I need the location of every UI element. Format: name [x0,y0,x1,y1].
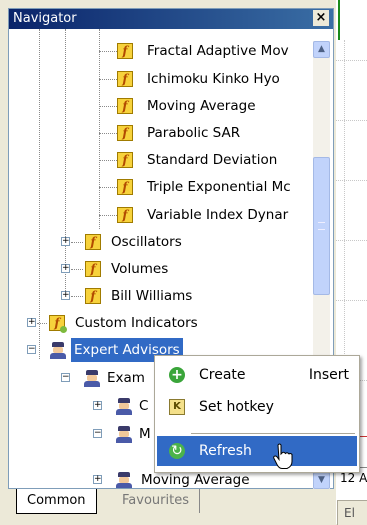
refresh-icon: ↻ [169,443,185,459]
hand-cursor-icon [273,443,293,469]
indicator-icon: f [117,71,133,87]
tree-item-indicator[interactable]: f Moving Average [9,94,309,118]
scrollbar-thumb[interactable] [313,157,330,295]
indicator-icon: f [117,207,133,223]
tab-favourites[interactable]: Favourites [112,489,200,513]
tree-item-bill-williams[interactable]: + f Bill Williams [9,284,309,308]
menu-item-label: Refresh [199,443,252,459]
tree-item-label: C [139,398,149,414]
indicator-icon: f [85,288,101,304]
chart-grid-line [336,120,367,121]
tree-guide-line [71,242,83,243]
indicator-icon: f [117,125,133,141]
tree-item-indicator[interactable]: f Variable Index Dynar [9,203,309,227]
tree-item-label: Exam [107,370,145,386]
tree-item-label: Triple Exponential Mc [147,179,291,195]
tree-item-label: M [139,426,151,442]
tree-guide-line [71,296,83,297]
menu-item-label: Create [199,367,246,383]
indicator-icon: f [117,152,133,168]
tab-common[interactable]: Common [16,489,97,514]
menu-item-shortcut: Insert [308,367,349,383]
indicator-icon: f [85,234,101,250]
navigator-title: Navigator [13,11,77,26]
expand-plus-icon[interactable]: + [61,264,70,273]
tree-guide-line [99,106,117,107]
expert-advisor-icon [115,426,133,443]
indicator-icon: f [85,261,101,277]
tree-guide-line [99,215,117,216]
tree-guide-line [37,323,47,324]
tree-item-label: Volumes [111,261,169,277]
tree-item-indicator[interactable]: f Standard Deviation [9,148,309,172]
tree-item-label: Bill Williams [111,288,193,304]
tree-item-label: Ichimoku Kinko Hyo [147,71,280,87]
expert-advisor-icon [49,342,67,359]
chart-grid-line [336,240,367,241]
menu-item-label: Set hotkey [199,399,274,415]
expand-plus-icon[interactable]: + [27,318,36,327]
tree-item-oscillators[interactable]: + f Oscillators [9,230,309,254]
tree-item-label: Parabolic SAR [147,125,241,141]
collapse-minus-icon[interactable]: − [61,373,70,382]
indicator-icon: f [117,43,133,59]
tree-item-indicator[interactable]: f Parabolic SAR [9,121,309,145]
tree-item-label: Fractal Adaptive Mov [147,43,289,59]
chart-grid-line [336,60,367,61]
tree-item-label: Oscillators [111,234,182,250]
menu-separator [191,433,355,434]
tree-guide-line [99,187,117,188]
expand-plus-icon[interactable]: + [93,475,102,484]
tree-item-indicator[interactable]: f Ichimoku Kinko Hyo [9,67,309,91]
tree-guide-line [99,79,117,80]
menu-item-create[interactable]: + Create Insert [157,360,357,390]
close-icon[interactable]: × [313,10,329,26]
chart-grid-line [336,300,367,301]
tree-item-label: Moving Average [147,98,256,114]
tree-guide-line [99,133,117,134]
tree-item-indicator[interactable]: f Fractal Adaptive Mov [9,39,309,63]
scroll-up-icon[interactable]: ▲ [313,41,330,58]
navigator-titlebar[interactable]: Navigator × [9,9,333,29]
expert-advisor-icon [115,472,133,488]
expand-plus-icon[interactable]: + [61,237,70,246]
tree-item-examples[interactable]: − Exam [9,366,169,390]
chart-grid-line [336,180,367,181]
menu-item-refresh[interactable]: ↻ Refresh [157,436,357,466]
tree-item-volumes[interactable]: + f Volumes [9,257,309,281]
expert-advisor-icon [115,398,133,415]
indicator-icon: f [117,98,133,114]
navigator-tabs: Common Favourites [8,489,334,519]
collapse-minus-icon[interactable]: − [93,429,102,438]
scroll-down-icon[interactable]: ▼ [313,472,330,489]
tree-guide-line [99,160,117,161]
tree-item-example-m[interactable]: − M [9,422,169,446]
tree-item-example-c[interactable]: + C [9,394,169,418]
collapse-minus-icon[interactable]: − [27,345,36,354]
chart-tab-label[interactable]: El [337,500,367,525]
tree-item-indicator[interactable]: f Triple Exponential Mc [9,175,309,199]
plus-circle-icon: + [169,367,185,383]
chart-candle-line [338,0,340,40]
tree-item-label: Standard Deviation [147,152,278,168]
tree-item-label: Custom Indicators [75,315,198,331]
tree-guide-line [99,51,117,52]
tree-item-label: Variable Index Dynar [147,207,289,223]
expand-plus-icon[interactable]: + [61,291,70,300]
hotkey-icon: K [169,399,185,415]
custom-indicator-icon: f [49,315,67,333]
context-menu: + Create Insert K Set hotkey ↻ Refresh [154,355,360,473]
indicator-icon: f [117,179,133,195]
expand-plus-icon[interactable]: + [93,401,102,410]
expert-advisor-icon [83,370,101,387]
tree-item-custom-indicators[interactable]: + f Custom Indicators [9,311,309,335]
tree-guide-line [71,269,83,270]
menu-item-set-hotkey[interactable]: K Set hotkey [157,392,357,422]
